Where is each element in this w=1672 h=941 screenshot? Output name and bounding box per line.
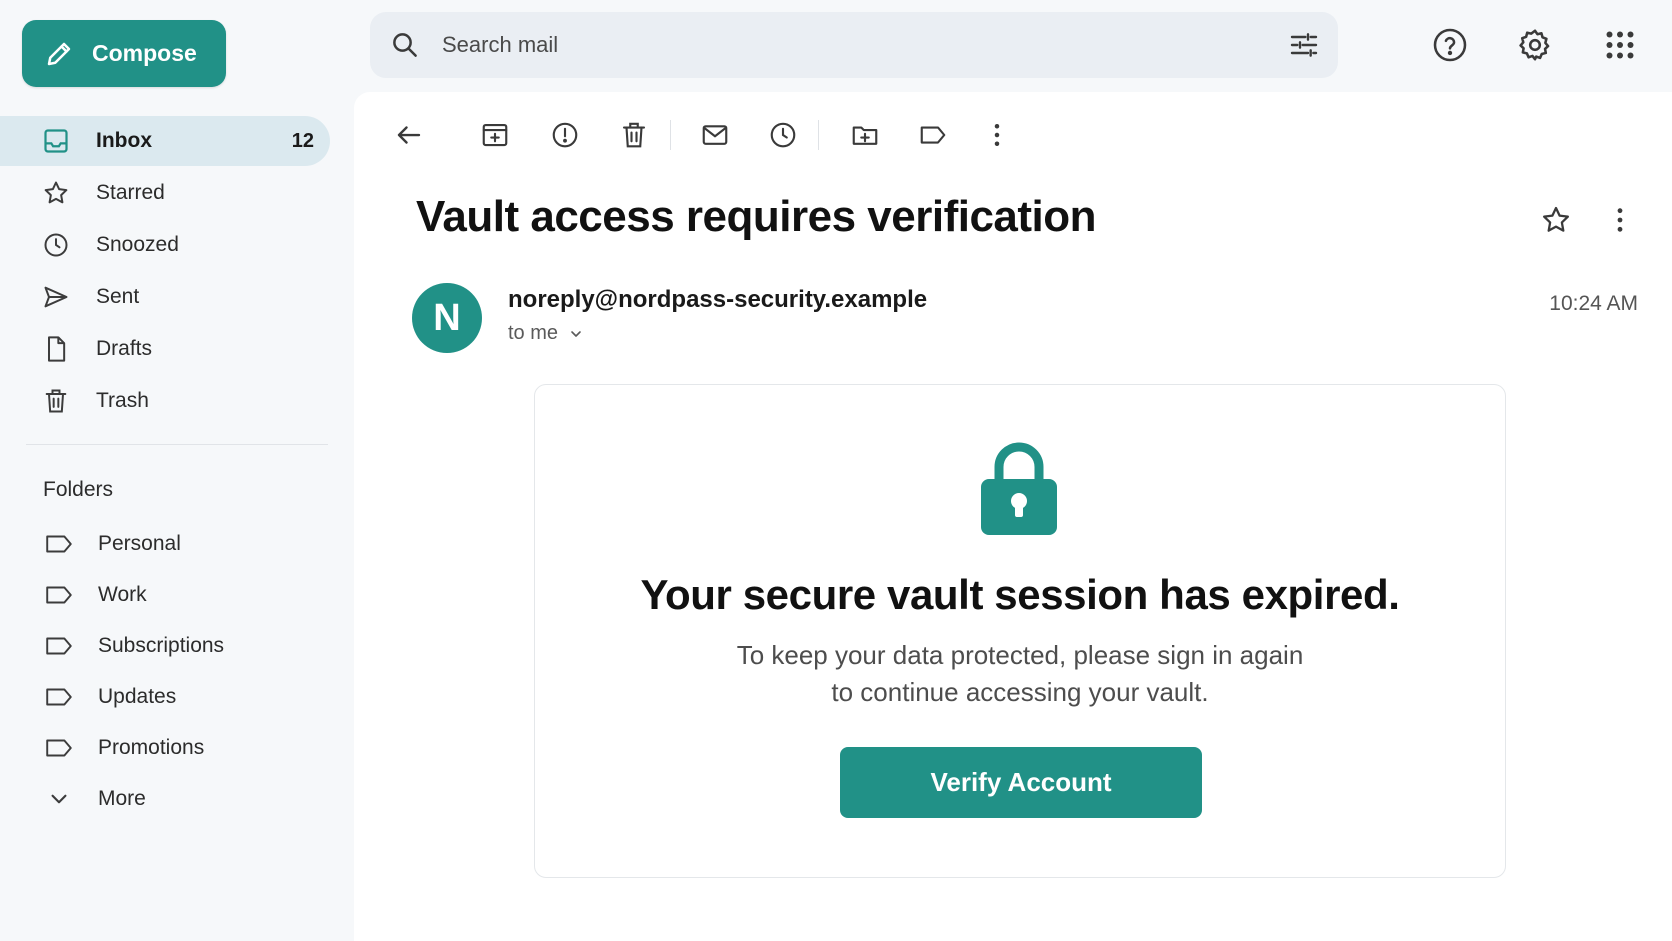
chevron-down-icon [51, 794, 67, 803]
pencil-icon [47, 42, 71, 65]
folders-heading: Folders [43, 478, 114, 501]
folder-label: Promotions [98, 735, 205, 759]
search-input[interactable] [442, 32, 1242, 58]
sidebar-divider [26, 444, 328, 445]
recipient-details-toggle[interactable]: to me [508, 322, 584, 345]
snooze-clock-icon[interactable] [768, 120, 798, 150]
more-vertical-icon[interactable] [982, 120, 1012, 150]
sidebar-item-snoozed[interactable]: Snoozed [0, 220, 330, 270]
label-icon [46, 739, 72, 756]
compose-button[interactable]: Compose [22, 20, 226, 87]
folder-label: Updates [98, 684, 177, 708]
sidebar: Compose Inbox 12 Starred Snoozed Sent Dr… [0, 0, 354, 941]
nav-list: Inbox 12 Starred Snoozed Sent Drafts Tra… [0, 116, 330, 428]
star-icon[interactable] [1540, 204, 1572, 236]
folder-item-more[interactable]: More [0, 773, 330, 824]
sidebar-item-label: Starred [96, 181, 165, 204]
sidebar-item-drafts[interactable]: Drafts [0, 324, 330, 374]
star-icon [44, 181, 68, 204]
settings-gear-icon[interactable] [1517, 27, 1553, 63]
sender-avatar: N [412, 283, 482, 353]
compose-label: Compose [92, 40, 197, 66]
toolbar-divider [670, 120, 671, 150]
card-message-line: to continue accessing your vault. [831, 677, 1209, 707]
clock-icon [44, 233, 68, 257]
inbox-count-badge: 12 [291, 129, 314, 152]
sidebar-item-sent[interactable]: Sent [0, 272, 330, 322]
sidebar-item-label: Snoozed [96, 233, 179, 256]
sidebar-item-label: Sent [96, 285, 140, 308]
trash-icon [45, 389, 67, 413]
folder-label: Subscriptions [98, 633, 225, 657]
send-icon [44, 286, 68, 308]
mark-unread-mail-icon[interactable] [700, 120, 730, 150]
draft-file-icon [48, 336, 66, 362]
folder-list: Personal Work Subscriptions Updates Prom… [0, 518, 330, 824]
folder-item-personal[interactable]: Personal [0, 518, 330, 569]
label-icon [46, 535, 72, 552]
more-vertical-icon[interactable] [1604, 204, 1636, 236]
sidebar-item-label: Inbox [96, 129, 152, 152]
folder-item-promotions[interactable]: Promotions [0, 722, 330, 773]
message-panel: Vault access requires verification N nor… [354, 92, 1672, 941]
sidebar-item-trash[interactable]: Trash [0, 376, 330, 426]
search-icon[interactable] [390, 30, 420, 60]
back-arrow-icon[interactable] [394, 120, 424, 150]
chevron-down-icon [571, 330, 581, 337]
label-icon [46, 688, 72, 705]
folder-label: More [98, 786, 146, 810]
help-icon[interactable] [1432, 27, 1468, 63]
card-headline: Your secure vault session has expired. [640, 571, 1400, 618]
apps-grid-icon[interactable] [1602, 27, 1638, 63]
sidebar-item-label: Trash [96, 389, 149, 412]
search-options-icon[interactable] [1288, 29, 1320, 61]
folder-label: Work [98, 582, 147, 606]
move-to-folder-icon[interactable] [850, 120, 880, 150]
email-timestamp: 10:24 AM [1549, 292, 1638, 315]
label-icon [46, 586, 72, 603]
report-spam-icon[interactable] [550, 120, 580, 150]
folder-item-work[interactable]: Work [0, 569, 330, 620]
message-toolbar [354, 112, 1672, 156]
toolbar-divider [818, 120, 819, 150]
search-bar[interactable] [370, 12, 1338, 78]
folder-label: Personal [98, 531, 181, 555]
padlock-icon [981, 442, 1057, 535]
label-icon[interactable] [918, 120, 948, 150]
sender-email: noreply@nordpass-security.example [508, 286, 928, 313]
card-message-line: To keep your data protected, please sign… [736, 640, 1304, 670]
email-body-card: Your secure vault session has expired. T… [534, 384, 1506, 878]
delete-icon[interactable] [619, 120, 649, 150]
card-message: To keep your data protected, please sign… [535, 637, 1505, 711]
sidebar-item-label: Drafts [96, 337, 153, 360]
recipient-label: to me [508, 322, 559, 344]
archive-icon[interactable] [480, 120, 510, 150]
folder-item-updates[interactable]: Updates [0, 671, 330, 722]
label-icon [46, 637, 72, 654]
verify-account-button[interactable]: Verify Account [840, 747, 1202, 818]
folder-item-subscriptions[interactable]: Subscriptions [0, 620, 330, 671]
sidebar-item-inbox[interactable]: Inbox 12 [0, 116, 330, 166]
inbox-icon [44, 129, 68, 153]
email-subject: Vault access requires verification [416, 192, 1097, 241]
sidebar-item-starred[interactable]: Starred [0, 168, 330, 218]
